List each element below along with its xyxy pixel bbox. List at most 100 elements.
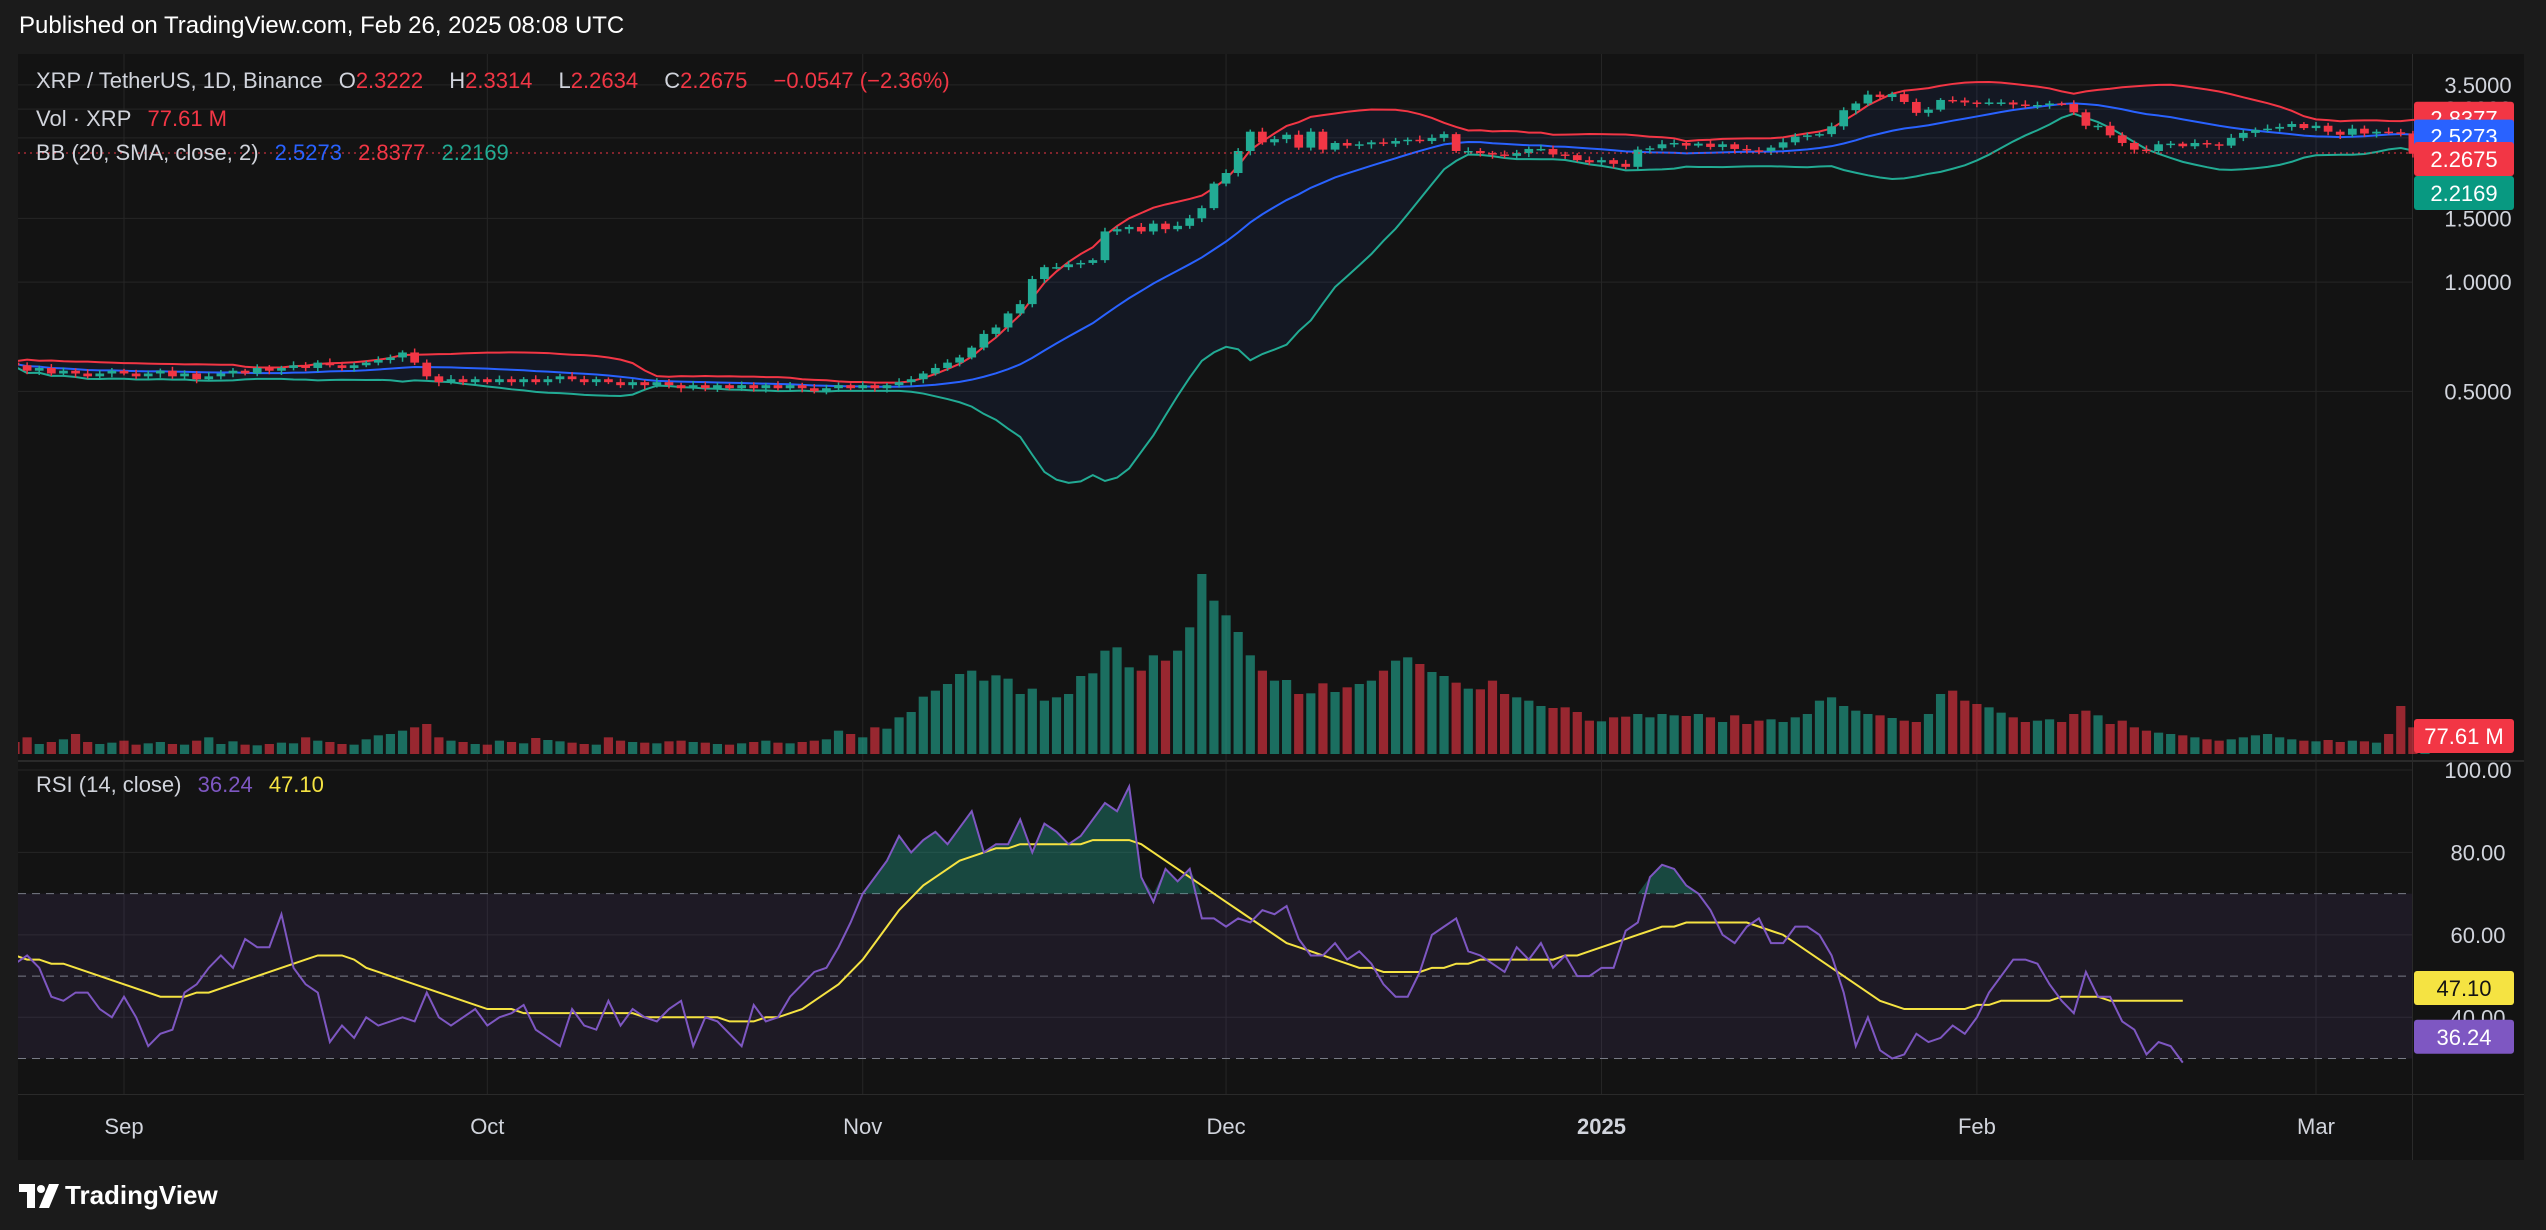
candle-body: [1572, 155, 1582, 161]
volume-bar: [204, 737, 214, 754]
volume-bar: [1269, 680, 1280, 754]
rsi-label[interactable]: RSI (14, close): [36, 772, 182, 797]
volume-bar: [2287, 739, 2297, 754]
candle-body: [628, 382, 638, 386]
volume-bar: [1911, 722, 1921, 754]
volume-bar: [1148, 655, 1158, 754]
volume-bar: [1209, 600, 1219, 754]
candle-body: [858, 385, 868, 389]
candle-body: [1948, 99, 1958, 102]
candle-body: [71, 370, 80, 374]
candle-body: [567, 376, 577, 380]
high-value: 2.3314: [465, 68, 533, 93]
candle-body: [434, 376, 444, 383]
candle-body: [1960, 100, 1970, 103]
symbol-label[interactable]: XRP / TetherUS, 1D, Binance: [36, 68, 323, 93]
time-tick-label: Mar: [2297, 1114, 2335, 1139]
volume-bar: [579, 744, 589, 754]
volume-bar: [373, 735, 383, 754]
volume-bar: [410, 727, 420, 754]
volume-bar: [1366, 680, 1376, 754]
candle-body: [46, 367, 56, 374]
candle-body: [325, 362, 335, 366]
candle-body: [2117, 135, 2127, 143]
volume-bar: [1754, 720, 1764, 754]
volume-bar: [2238, 737, 2248, 754]
volume-bar: [1282, 680, 1292, 754]
candle-body: [737, 385, 746, 389]
volume-bar: [264, 744, 274, 754]
price-chart-svg[interactable]: 3.50003.00002.50001.50001.00000.5000SepO…: [0, 54, 2524, 1160]
candle-body: [2178, 143, 2188, 147]
volume-bar: [422, 724, 432, 754]
legend-volume-row: Vol · XRP 77.61 M: [36, 106, 237, 132]
candle-body: [1306, 131, 1316, 148]
volume-bar: [1536, 706, 1546, 754]
bb-label[interactable]: BB (20, SMA, close, 2): [36, 140, 259, 165]
volume-bar: [567, 742, 577, 754]
time-tick-label: Oct: [470, 1114, 504, 1139]
price-tick-label: 1.0000: [2444, 270, 2511, 295]
candle-body: [700, 385, 710, 389]
badge-rsi-ma-text: 47.10: [2436, 976, 2491, 1001]
candle-body: [1766, 147, 1776, 151]
rsi-pane: [2, 783, 2438, 1064]
rsi-tick-label: 100.00: [2444, 758, 2511, 783]
time-tick-label: Feb: [1958, 1114, 1996, 1139]
time-axis-separator: [18, 1094, 2524, 1095]
candle-body: [2299, 123, 2309, 129]
volume-bar: [1863, 714, 1873, 754]
candle-body: [2081, 112, 2091, 126]
footer-brand[interactable]: TradingView: [19, 1180, 218, 1211]
candle-body: [1197, 208, 1207, 219]
tradingview-page: Published on TradingView.com, Feb 26, 20…: [0, 0, 2546, 1230]
candle-body: [2226, 137, 2236, 146]
volume-bar: [2347, 740, 2357, 754]
candle-body: [1875, 94, 1885, 98]
candle-body: [446, 379, 456, 383]
candle-body: [386, 357, 395, 361]
volume-bar: [216, 744, 226, 754]
volume-bar: [652, 743, 662, 754]
candle-body: [398, 352, 407, 358]
candle-body: [361, 362, 371, 366]
volume-bar: [1306, 693, 1316, 754]
candle-body: [1330, 142, 1340, 150]
candle-body: [1839, 110, 1849, 127]
candle-body: [34, 367, 44, 371]
volume-bar: [2044, 719, 2055, 754]
volume-bar: [2202, 739, 2212, 754]
volume-bar: [1705, 717, 1716, 754]
volume-label[interactable]: Vol · XRP: [36, 106, 131, 131]
volume-bar: [70, 734, 81, 754]
volume-bar: [1100, 650, 1110, 754]
candle-body: [2214, 144, 2224, 146]
volume-bar: [2396, 706, 2406, 754]
volume-bar: [773, 742, 783, 754]
candle-body: [894, 382, 904, 386]
volume-bar: [58, 739, 69, 754]
candle-body: [131, 373, 141, 377]
volume-bar: [1839, 706, 1849, 754]
volume-bar: [2250, 735, 2261, 754]
volume-bar: [1451, 682, 1461, 754]
candle-body: [834, 385, 843, 389]
candle-body: [337, 365, 347, 368]
volume-bar: [143, 743, 153, 754]
volume-bar: [1051, 697, 1062, 754]
candle-body: [1585, 160, 1594, 163]
badge-rsi-text: 36.24: [2436, 1025, 2491, 1050]
chart-frame[interactable]: 3.50003.00002.50001.50001.00000.5000SepO…: [0, 54, 2524, 1160]
candle-body: [1076, 262, 1086, 265]
volume-bar: [749, 742, 759, 754]
candle-body: [1258, 131, 1267, 143]
volume-bar: [1802, 714, 1812, 754]
candle-body: [2020, 104, 2030, 107]
volume-bar: [1318, 683, 1328, 754]
candle-body: [688, 385, 698, 389]
badge-bb-lower-text: 2.2169: [2430, 181, 2497, 206]
rsi-ma-value: 47.10: [268, 772, 324, 797]
volume-bar: [591, 744, 601, 754]
candle-body: [2105, 125, 2115, 136]
candle-body: [664, 382, 674, 386]
